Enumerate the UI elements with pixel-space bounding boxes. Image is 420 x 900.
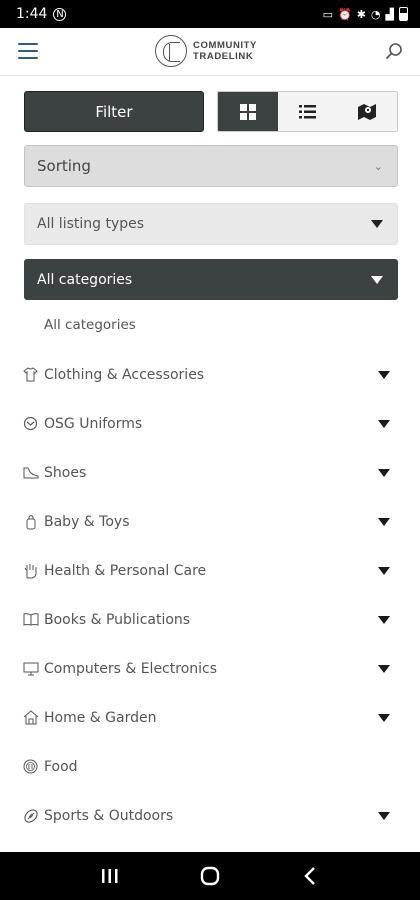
logo-icon — [155, 35, 187, 67]
category-shoes[interactable]: Shoes — [0, 448, 420, 497]
logo-line1: COMMUNITY — [193, 40, 257, 51]
category-health[interactable]: Health & Personal Care — [0, 546, 420, 595]
home-icon — [200, 866, 220, 886]
category-label: Books & Publications — [44, 611, 191, 628]
category-label: Health & Personal Care — [44, 562, 207, 579]
status-time: 1:44 — [16, 6, 48, 22]
n-icon: N — [53, 7, 67, 21]
all-categories-option[interactable]: All categories — [44, 317, 136, 333]
recents-button[interactable] — [90, 861, 130, 891]
hamburger-icon[interactable] — [18, 43, 38, 59]
category-osg-uniforms[interactable]: OSG Uniforms — [0, 399, 420, 448]
cast-icon: ▭ — [322, 7, 333, 21]
view-toggle-group — [217, 91, 398, 132]
back-icon — [304, 867, 315, 885]
caret-down-icon[interactable] — [378, 517, 390, 526]
category-label: Computers & Electronics — [44, 660, 218, 677]
caret-down-icon[interactable] — [378, 615, 390, 624]
caret-down-icon — [371, 220, 383, 228]
caret-down-icon[interactable] — [378, 713, 390, 722]
system-nav-bar — [0, 852, 420, 900]
category-label: Baby & Toys — [44, 513, 130, 530]
category-label: OSG Uniforms — [44, 415, 143, 432]
caret-down-icon[interactable] — [378, 664, 390, 673]
category-label: Food — [44, 758, 78, 775]
logo-line2: TRADELINK — [193, 51, 254, 62]
shoe-icon — [22, 464, 39, 481]
categories-dropdown[interactable]: All categories — [24, 259, 398, 300]
shirt-icon — [22, 366, 39, 383]
list-icon — [299, 104, 316, 118]
category-books[interactable]: Books & Publications — [0, 595, 420, 644]
ball-icon — [22, 807, 39, 824]
category-computers[interactable]: Computers & Electronics — [0, 644, 420, 693]
status-bar: 1:44 N ▭ ⏰ ✱ ◔ ▟ — [0, 0, 420, 28]
sorting-label: Sorting — [37, 157, 91, 175]
listing-types-dropdown[interactable]: All listing types — [24, 203, 398, 245]
food-icon — [22, 758, 39, 775]
map-view-button[interactable] — [337, 92, 397, 131]
filter-button[interactable]: Filter — [24, 91, 204, 132]
monitor-icon — [22, 660, 39, 677]
categories-label: All categories — [37, 271, 133, 288]
grid-icon — [239, 103, 256, 120]
house-icon — [22, 709, 39, 726]
category-label: Shoes — [44, 464, 87, 481]
caret-down-icon[interactable] — [378, 419, 390, 428]
category-food[interactable]: Food — [0, 742, 420, 791]
category-sports[interactable]: Sports & Outdoors — [0, 791, 420, 840]
bluetooth-icon: ✱ — [356, 7, 366, 21]
home-button[interactable] — [190, 861, 230, 891]
category-baby-toys[interactable]: Baby & Toys — [0, 497, 420, 546]
wifi-icon: ◔ — [370, 7, 381, 21]
battery-icon — [399, 7, 408, 21]
grid-view-button[interactable] — [218, 92, 278, 131]
signal-icon: ▟ — [385, 7, 394, 21]
category-list: Clothing & Accessories OSG Uniforms Shoe… — [0, 350, 420, 840]
map-icon — [358, 103, 377, 120]
book-icon — [22, 611, 39, 628]
caret-down-icon[interactable] — [378, 811, 390, 820]
chevron-down-icon: ⌄ — [373, 159, 383, 173]
baby-bottle-icon — [22, 513, 39, 530]
category-label: Home & Garden — [44, 709, 157, 726]
sorting-select[interactable]: Sorting ⌄ — [24, 145, 398, 187]
caret-down-icon[interactable] — [378, 370, 390, 379]
search-icon[interactable] — [385, 42, 403, 60]
back-button[interactable] — [290, 861, 330, 891]
category-clothing[interactable]: Clothing & Accessories — [0, 350, 420, 399]
logo[interactable]: COMMUNITY TRADELINK — [155, 35, 257, 67]
recents-icon — [102, 869, 118, 883]
category-label: Sports & Outdoors — [44, 807, 174, 824]
list-view-button[interactable] — [277, 92, 338, 131]
caret-down-icon[interactable] — [378, 468, 390, 477]
alarm-icon: ⏰ — [338, 7, 352, 21]
caret-down-icon[interactable] — [378, 566, 390, 575]
hand-icon — [22, 562, 39, 579]
app-header: COMMUNITY TRADELINK — [0, 28, 420, 76]
category-home-garden[interactable]: Home & Garden — [0, 693, 420, 742]
category-label: Clothing & Accessories — [44, 366, 205, 383]
uniform-icon — [22, 415, 39, 432]
caret-down-icon — [371, 275, 383, 284]
listing-types-label: All listing types — [37, 216, 145, 232]
